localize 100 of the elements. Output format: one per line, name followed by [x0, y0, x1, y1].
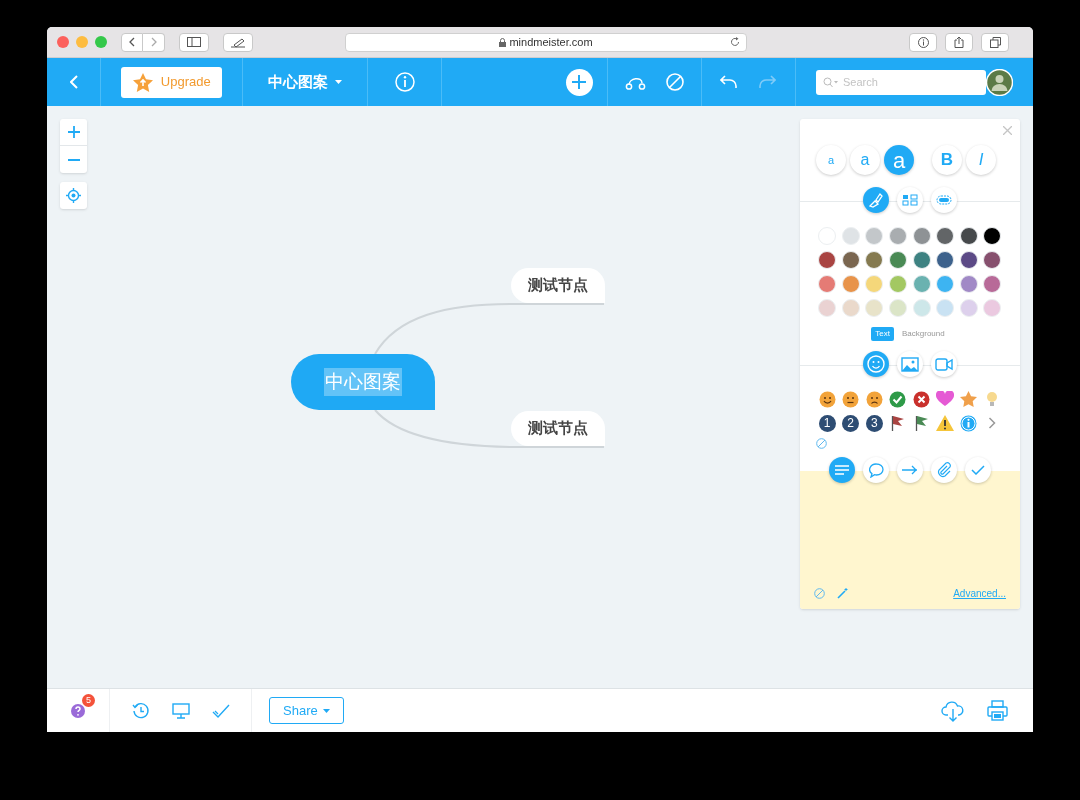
number-icon[interactable]: 2	[842, 414, 860, 432]
link-tab[interactable]	[897, 457, 923, 483]
sidebar-button[interactable]	[179, 32, 209, 52]
share-button[interactable]	[945, 32, 973, 52]
neutral-face-icon[interactable]	[842, 390, 860, 408]
no-icon[interactable]	[814, 588, 825, 599]
light-bulb-icon[interactable]	[986, 391, 999, 407]
color-swatch[interactable]	[865, 251, 884, 269]
color-swatch[interactable]	[959, 275, 978, 293]
color-swatch[interactable]	[865, 227, 884, 245]
font-size-button[interactable]: a	[816, 145, 846, 175]
cloud-download-icon[interactable]	[941, 699, 965, 722]
advanced-link[interactable]: Advanced...	[953, 586, 1006, 601]
avatar[interactable]	[986, 68, 1013, 96]
note-area[interactable]	[800, 471, 1020, 609]
undo-icon[interactable]	[720, 75, 739, 89]
back-button[interactable]	[121, 32, 143, 52]
color-swatch[interactable]	[818, 275, 836, 293]
color-swatch[interactable]	[841, 227, 860, 245]
color-swatch[interactable]	[983, 251, 1002, 269]
font-size-button[interactable]: a	[850, 145, 880, 175]
checkmark-icon[interactable]	[211, 703, 230, 718]
video-tab[interactable]	[931, 351, 957, 377]
layout-tab[interactable]	[897, 187, 923, 213]
check-circle-icon[interactable]	[889, 390, 907, 408]
no-icon[interactable]	[816, 438, 827, 449]
address-bar[interactable]: mindmeister.com	[345, 32, 747, 52]
color-swatch[interactable]	[841, 299, 860, 317]
color-swatch[interactable]	[888, 251, 907, 269]
color-swatch[interactable]	[936, 227, 955, 245]
warning-icon[interactable]	[936, 415, 955, 431]
sad-face-icon[interactable]	[865, 390, 883, 408]
attachment-tab[interactable]	[931, 457, 957, 483]
topic-node[interactable]: 测试节点	[511, 411, 605, 446]
center-button[interactable]	[60, 182, 87, 209]
search-field[interactable]: Search	[816, 69, 986, 95]
color-swatch[interactable]	[959, 299, 978, 317]
notes-button[interactable]	[223, 32, 253, 52]
redo-icon[interactable]	[758, 75, 777, 89]
brush-tab[interactable]	[863, 187, 889, 213]
color-swatch[interactable]	[983, 299, 1002, 317]
color-swatch[interactable]	[959, 227, 978, 245]
color-swatch[interactable]	[865, 275, 884, 293]
color-swatch[interactable]	[983, 275, 1002, 293]
heart-icon[interactable]	[936, 391, 955, 407]
italic-button[interactable]: I	[966, 145, 996, 175]
color-swatch[interactable]	[888, 227, 907, 245]
color-swatch[interactable]	[912, 299, 931, 317]
upgrade-button[interactable]: Upgrade	[121, 66, 223, 98]
color-swatch[interactable]	[912, 251, 931, 269]
info-icon[interactable]	[394, 72, 415, 92]
topic-node[interactable]: 测试节点	[511, 268, 605, 303]
font-size-button[interactable]: a	[884, 145, 914, 175]
info-icon[interactable]	[960, 414, 978, 432]
tabs-button[interactable]	[981, 32, 1009, 52]
color-swatch[interactable]	[818, 299, 836, 317]
minimize-window-icon[interactable]	[76, 36, 88, 48]
map-title-menu[interactable]: 中心图案	[268, 70, 343, 94]
forward-button[interactable]	[143, 32, 165, 52]
central-topic[interactable]: 中心图案	[291, 354, 435, 410]
close-icon[interactable]	[1003, 126, 1012, 135]
color-swatch[interactable]	[865, 299, 884, 317]
color-swatch[interactable]	[983, 227, 1002, 245]
history-icon[interactable]	[131, 701, 150, 720]
color-swatch[interactable]	[936, 251, 955, 269]
color-target-tab[interactable]: Text	[871, 327, 894, 341]
close-window-icon[interactable]	[57, 36, 69, 48]
number-icon[interactable]: 1	[818, 414, 836, 432]
cross-circle-icon[interactable]	[913, 390, 930, 408]
color-swatch[interactable]	[841, 251, 860, 269]
shape-tab[interactable]	[931, 187, 957, 213]
bold-button[interactable]: B	[932, 145, 962, 175]
notes-tab[interactable]	[829, 457, 855, 483]
flag-icon[interactable]	[890, 415, 905, 431]
star-icon[interactable]	[960, 391, 978, 407]
happy-face-icon[interactable]	[818, 390, 836, 408]
no-entry-icon[interactable]	[665, 73, 684, 91]
task-tab[interactable]	[965, 457, 991, 483]
number-icon[interactable]: 3	[865, 414, 883, 432]
color-target-tab[interactable]: Background	[898, 327, 949, 341]
reader-button[interactable]	[909, 32, 937, 52]
reload-icon[interactable]	[730, 37, 740, 47]
flag-icon[interactable]	[914, 415, 929, 431]
color-swatch[interactable]	[888, 275, 907, 293]
color-swatch[interactable]	[818, 251, 836, 269]
maximize-window-icon[interactable]	[95, 36, 107, 48]
image-tab[interactable]	[897, 351, 923, 377]
color-swatch[interactable]	[912, 275, 931, 293]
color-swatch[interactable]	[912, 227, 931, 245]
magic-wand-icon[interactable]	[837, 588, 848, 599]
emoji-tab[interactable]	[863, 351, 889, 377]
monitor-icon[interactable]	[171, 702, 190, 719]
color-swatch[interactable]	[888, 299, 907, 317]
color-swatch[interactable]	[936, 275, 955, 293]
print-icon[interactable]	[987, 700, 1008, 721]
color-swatch[interactable]	[841, 275, 860, 293]
help-icon[interactable]	[70, 702, 86, 719]
color-swatch[interactable]	[936, 299, 955, 317]
color-swatch[interactable]	[959, 251, 978, 269]
share-button[interactable]: Share	[269, 697, 344, 724]
